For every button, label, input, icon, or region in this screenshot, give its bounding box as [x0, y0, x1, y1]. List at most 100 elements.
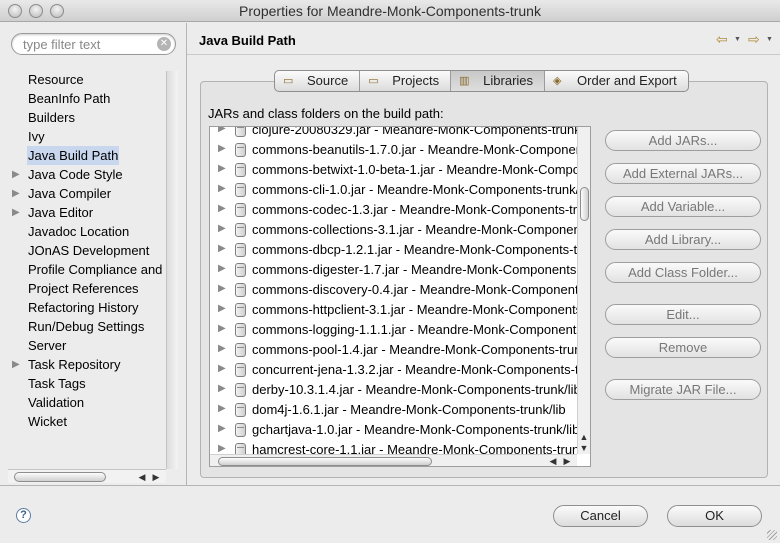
sidebar-item[interactable]: BeanInfo Path	[8, 89, 173, 108]
pane-divider[interactable]	[186, 23, 187, 485]
edit-button[interactable]: Edit...	[605, 304, 761, 325]
expand-triangle-icon[interactable]: ▶	[218, 403, 226, 414]
jar-list-item[interactable]: ▶ commons-discovery-0.4.jar - Meandre-Mon…	[210, 280, 578, 300]
tab-order-and-export[interactable]: ◈ Order and Export	[545, 71, 688, 91]
expand-triangle-icon[interactable]: ▶	[218, 203, 226, 214]
expand-triangle-icon[interactable]: ▶	[12, 165, 20, 184]
add-variable-button[interactable]: Add Variable...	[605, 196, 761, 217]
jar-list-item[interactable]: ▶ commons-digester-1.7.jar - Meandre-Monk…	[210, 260, 578, 280]
sidebar-item[interactable]: Profile Compliance and	[8, 260, 173, 279]
scroll-right-arrow-icon[interactable]: ▶	[150, 470, 162, 484]
jar-list-item[interactable]: ▶ commons-cli-1.0.jar - Meandre-Monk-Comp…	[210, 180, 578, 200]
scroll-left-arrow-icon[interactable]: ◀	[547, 454, 559, 466]
cancel-button[interactable]: Cancel	[553, 505, 648, 527]
jar-name: commons-betwixt-1.0-beta-1.jar - Meandre…	[252, 162, 578, 177]
expand-triangle-icon[interactable]: ▶	[218, 343, 226, 354]
expand-triangle-icon[interactable]: ▶	[218, 303, 226, 314]
jar-list-horizontal-scrollbar[interactable]: ◀ ▶	[210, 454, 577, 466]
jar-name: clojure-20080329.jar - Meandre-Monk-Comp…	[252, 126, 578, 137]
add-library-button[interactable]: Add Library...	[605, 229, 761, 250]
tab-projects[interactable]: ▭ Projects	[360, 71, 452, 91]
ok-button[interactable]: OK	[667, 505, 762, 527]
add-class-folder-button[interactable]: Add Class Folder...	[605, 262, 761, 283]
forward-dropdown-icon[interactable]: ▼	[766, 36, 773, 43]
expand-triangle-icon[interactable]: ▶	[218, 163, 226, 174]
add-jars-button[interactable]: Add JARs...	[605, 130, 761, 151]
sidebar-item[interactable]: Refactoring History	[8, 298, 173, 317]
jar-list-item[interactable]: ▶ commons-logging-1.1.1.jar - Meandre-Mon…	[210, 320, 578, 340]
sidebar-item[interactable]: Project References	[8, 279, 173, 298]
sidebar-item[interactable]: Validation	[8, 393, 173, 412]
sidebar-item-label: Javadoc Location	[28, 224, 130, 239]
scroll-down-arrow-icon[interactable]: ▼	[578, 441, 590, 455]
sidebar-item-label: Validation	[28, 395, 85, 410]
sidebar-item[interactable]: Run/Debug Settings	[8, 317, 173, 336]
expand-triangle-icon[interactable]: ▶	[218, 183, 226, 194]
expand-triangle-icon[interactable]: ▶	[218, 263, 226, 274]
expand-triangle-icon[interactable]: ▶	[12, 184, 20, 203]
jar-list-item[interactable]: ▶ commons-beanutils-1.7.0.jar - Meandre-M…	[210, 140, 578, 160]
sidebar-item-label: Ivy	[28, 129, 45, 144]
expand-triangle-icon[interactable]: ▶	[218, 283, 226, 294]
sidebar-item[interactable]: ▶ Java Code Style	[8, 165, 173, 184]
jar-list-item[interactable]: ▶ commons-pool-1.4.jar - Meandre-Monk-Com…	[210, 340, 578, 360]
expand-triangle-icon[interactable]: ▶	[218, 383, 226, 394]
scroll-right-arrow-icon[interactable]: ▶	[561, 454, 573, 466]
expand-triangle-icon[interactable]: ▶	[218, 143, 226, 154]
sidebar-item[interactable]: Builders	[8, 108, 173, 127]
expand-triangle-icon[interactable]: ▶	[218, 243, 226, 254]
expand-triangle-icon[interactable]: ▶	[218, 363, 226, 374]
expand-triangle-icon[interactable]: ▶	[218, 423, 226, 434]
clear-icon[interactable]: ✕	[157, 37, 171, 51]
sidebar-item[interactable]: Wicket	[8, 412, 173, 431]
resize-grip-icon[interactable]	[767, 530, 777, 540]
sidebar-item[interactable]: Resource	[8, 70, 173, 89]
expand-triangle-icon[interactable]: ▶	[218, 127, 226, 134]
back-arrow-icon[interactable]: ⇦	[716, 31, 728, 48]
expand-triangle-icon[interactable]: ▶	[218, 443, 226, 454]
jar-list-item[interactable]: ▶ derby-10.3.1.4.jar - Meandre-Monk-Compo…	[210, 380, 578, 400]
sidebar-vertical-scrollbar[interactable]	[166, 71, 178, 469]
jar-list-item[interactable]: ▶ commons-collections-3.1.jar - Meandre-M…	[210, 220, 578, 240]
sidebar-item[interactable]: Java Build Path	[8, 146, 173, 165]
jar-list-item[interactable]: ▶ concurrent-jena-1.3.2.jar - Meandre-Mon…	[210, 360, 578, 380]
expand-triangle-icon[interactable]: ▶	[12, 203, 20, 222]
jar-list-item[interactable]: ▶ clojure-20080329.jar - Meandre-Monk-Com…	[210, 126, 578, 140]
scroll-left-arrow-icon[interactable]: ◀	[136, 470, 148, 484]
tab-libraries[interactable]: ▥ Libraries	[451, 71, 546, 91]
jar-list-item[interactable]: ▶ commons-dbcp-1.2.1.jar - Meandre-Monk-C…	[210, 240, 578, 260]
jar-list-vertical-scrollbar[interactable]: ▲ ▼	[577, 127, 590, 454]
remove-button[interactable]: Remove	[605, 337, 761, 358]
sidebar-item[interactable]: Server	[8, 336, 173, 355]
help-icon[interactable]: ?	[16, 508, 31, 523]
jar-list-item[interactable]: ▶ gchartjava-1.0.jar - Meandre-Monk-Compo…	[210, 420, 578, 440]
tab-source[interactable]: ▭ Source	[275, 71, 361, 91]
sidebar-item[interactable]: JOnAS Development	[8, 241, 173, 260]
sidebar-item[interactable]: Ivy	[8, 127, 173, 146]
jar-list-item[interactable]: ▶ commons-codec-1.3.jar - Meandre-Monk-Co…	[210, 200, 578, 220]
jar-icon	[235, 343, 246, 357]
sidebar-horizontal-scrollbar[interactable]: ◀ ▶	[8, 469, 166, 483]
filter-input[interactable]	[23, 36, 158, 53]
jar-list-item[interactable]: ▶ dom4j-1.6.1.jar - Meandre-Monk-Componen…	[210, 400, 578, 420]
expand-triangle-icon[interactable]: ▶	[218, 223, 226, 234]
footer-separator	[0, 485, 780, 486]
jar-list-item[interactable]: ▶ commons-betwixt-1.0-beta-1.jar - Meandr…	[210, 160, 578, 180]
sidebar-item[interactable]: Javadoc Location	[8, 222, 173, 241]
jar-list-vertical-thumb[interactable]	[580, 187, 589, 221]
sidebar-item[interactable]: ▶ Java Compiler	[8, 184, 173, 203]
sidebar-scroll-thumb[interactable]	[14, 472, 106, 482]
sidebar-item[interactable]: ▶ Java Editor	[8, 203, 173, 222]
sidebar-item[interactable]: ▶ Task Repository	[8, 355, 173, 374]
forward-arrow-icon[interactable]: ⇨	[748, 31, 760, 48]
jar-list-item[interactable]: ▶ commons-httpclient-3.1.jar - Meandre-Mo…	[210, 300, 578, 320]
expand-triangle-icon[interactable]: ▶	[218, 323, 226, 334]
expand-triangle-icon[interactable]: ▶	[12, 355, 20, 374]
sidebar-item[interactable]: Task Tags	[8, 374, 173, 393]
add-external-jars-button[interactable]: Add External JARs...	[605, 163, 761, 184]
migrate-jar-button[interactable]: Migrate JAR File...	[605, 379, 761, 400]
sidebar-item-label: JOnAS Development	[28, 243, 150, 258]
jar-icon	[235, 183, 246, 197]
back-dropdown-icon[interactable]: ▼	[734, 36, 741, 43]
jar-list-horizontal-thumb[interactable]	[218, 457, 432, 466]
